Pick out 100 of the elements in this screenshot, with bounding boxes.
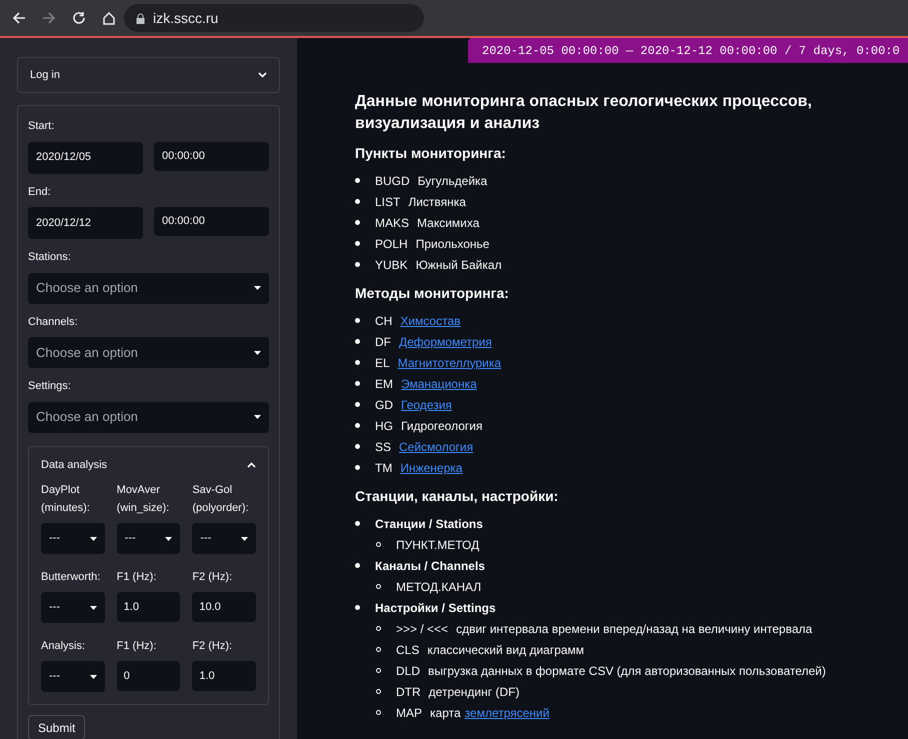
code-label: TM xyxy=(375,460,392,476)
description-text: Южный Байкал xyxy=(416,256,502,274)
bullet-icon xyxy=(355,339,360,344)
link[interactable]: Инженерка xyxy=(400,458,462,476)
number-field[interactable]: 1.0 xyxy=(192,661,256,691)
select-dropdown[interactable]: --- xyxy=(116,523,180,554)
date-field[interactable]: 2020/12/05 xyxy=(28,142,143,174)
code-label: DLD xyxy=(396,662,420,680)
description-text: Приольхонье xyxy=(416,236,490,252)
description-text: карта xyxy=(430,704,461,722)
date-range-badge: 2020-12-05 00:00:00 — 2020-12-12 00:00:00 / 7 days, 0:00:0 xyxy=(468,38,908,63)
code-label: CH xyxy=(375,312,392,330)
caret-icon xyxy=(165,536,172,540)
circle-bullet-icon xyxy=(376,710,381,715)
bullet-icon xyxy=(355,360,360,365)
home-icon[interactable] xyxy=(102,11,116,25)
field-label: Settings: xyxy=(28,379,72,394)
select-dropdown[interactable]: Choose an option xyxy=(28,337,269,368)
field-label: Butterworth: xyxy=(41,570,102,585)
description-text: детрендинг (DF) xyxy=(428,684,520,700)
code-label: YUBK xyxy=(375,256,408,274)
link[interactable]: Эманационка xyxy=(401,374,477,392)
date-field[interactable]: 2020/12/12 xyxy=(28,207,143,239)
field-label: End: xyxy=(28,184,52,200)
section-heading: Пункты мониторинга: xyxy=(355,144,507,163)
select-dropdown[interactable]: --- xyxy=(41,661,105,692)
forward-icon[interactable] xyxy=(42,11,56,25)
time-field[interactable]: 00:00:00 xyxy=(154,142,269,170)
bullet-icon xyxy=(355,605,360,610)
link[interactable]: Сейсмология xyxy=(399,438,474,456)
number-field[interactable]: 10.0 xyxy=(192,592,256,622)
bullet-icon xyxy=(355,521,360,526)
field-label: Sav-Gol (polyorder): xyxy=(192,483,250,516)
caret-icon xyxy=(254,415,261,419)
code-label: MAKS xyxy=(375,214,410,232)
list-item-title: Каналы / Channels xyxy=(375,558,485,574)
link[interactable]: Геодезия xyxy=(401,396,452,414)
link[interactable]: землетрясений xyxy=(464,704,550,722)
field-label: F1 (Hz): xyxy=(116,570,158,585)
list-item-title: Станции / Stations xyxy=(375,516,483,532)
field-label: F2 (Hz): xyxy=(192,639,234,654)
field-label: Stations: xyxy=(28,250,72,265)
section-heading: Методы мониторинга: xyxy=(355,284,510,303)
bullet-icon xyxy=(355,318,360,323)
select-dropdown[interactable]: Choose an option xyxy=(28,402,269,432)
code-label: >>> / <<< xyxy=(396,620,448,638)
caret-icon xyxy=(254,286,261,290)
list-item-title: Настройки / Settings xyxy=(375,600,496,616)
bullet-icon xyxy=(355,444,360,449)
description-text: выгрузка данных в формате CSV (для авторизованных пользователей) xyxy=(428,662,826,680)
circle-bullet-icon xyxy=(376,668,381,673)
field-label: F2 (Hz): xyxy=(192,570,234,585)
select-dropdown[interactable]: --- xyxy=(41,592,105,623)
bullet-icon xyxy=(355,199,360,204)
caret-icon xyxy=(254,350,261,354)
submit-button[interactable]: Submit xyxy=(28,715,86,739)
select-dropdown[interactable]: --- xyxy=(41,523,105,554)
code-label: ПУНКТ.МЕТОД xyxy=(396,536,480,554)
select-dropdown[interactable]: Choose an option xyxy=(28,272,269,304)
section-heading: Станции, каналы, настройки: xyxy=(355,487,560,506)
bullet-icon xyxy=(355,178,360,183)
url-text: izk.sscc.ru xyxy=(153,8,218,28)
code-label: EL xyxy=(375,354,390,372)
back-icon[interactable] xyxy=(12,11,26,25)
time-field[interactable]: 00:00:00 xyxy=(154,207,269,236)
description-text: классический вид диаграмм xyxy=(427,642,584,658)
field-label: Start: xyxy=(28,119,56,134)
number-field[interactable]: 1.0 xyxy=(116,592,180,622)
circle-bullet-icon xyxy=(376,626,381,631)
code-label: DF xyxy=(375,334,391,350)
bullet-icon xyxy=(355,220,360,225)
description-text: Максимиха xyxy=(417,214,480,232)
field-label: DayPlot (minutes): xyxy=(41,483,91,516)
select-dropdown[interactable]: --- xyxy=(192,523,256,554)
circle-bullet-icon xyxy=(376,542,381,547)
description-text: Гидрогеология xyxy=(401,418,482,434)
login-expander[interactable]: Log in xyxy=(17,57,280,93)
bullet-icon xyxy=(355,381,360,386)
code-label: LIST xyxy=(375,194,400,210)
description-text: Бугульдейка xyxy=(418,172,488,190)
caret-icon xyxy=(90,536,97,540)
circle-bullet-icon xyxy=(376,689,381,694)
link[interactable]: Химсостав xyxy=(400,312,461,330)
code-label: CLS xyxy=(396,642,420,658)
caret-icon xyxy=(90,674,97,678)
section-title: Data analysis xyxy=(41,458,108,472)
bullet-icon xyxy=(355,241,360,246)
address-bar[interactable]: izk.sscc.ru xyxy=(124,4,424,32)
code-label: POLH xyxy=(375,236,408,252)
caret-icon xyxy=(90,606,97,610)
circle-bullet-icon xyxy=(376,584,381,589)
code-label: DTR xyxy=(396,684,421,700)
code-label: SS xyxy=(375,438,392,456)
code-label: MAP xyxy=(396,704,422,722)
reload-icon[interactable] xyxy=(72,11,86,25)
link[interactable]: Деформометрия xyxy=(399,332,492,350)
bullet-icon xyxy=(355,402,360,407)
number-field[interactable]: 0 xyxy=(116,661,180,691)
link[interactable]: Магнитотеллурика xyxy=(398,354,502,372)
page-title: Данные мониторинга опасных геологических процессов, визуализация и анализ xyxy=(355,92,813,134)
